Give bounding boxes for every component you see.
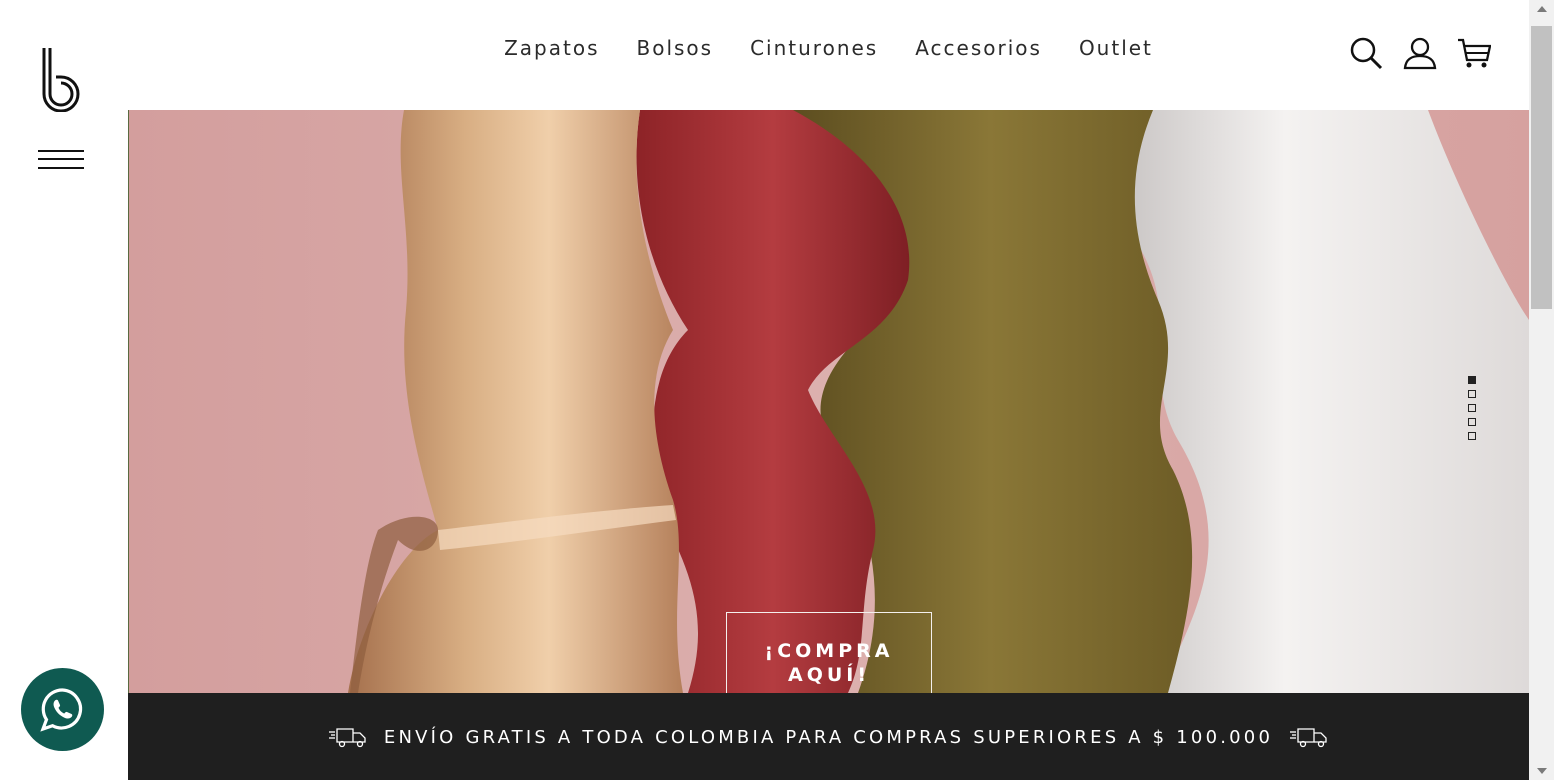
slide-dot-1[interactable] — [1468, 376, 1476, 384]
scroll-down-arrow-icon[interactable] — [1537, 768, 1547, 774]
header-actions — [1349, 36, 1491, 70]
scrollbar-thumb[interactable] — [1531, 26, 1552, 309]
slider-pagination — [1468, 376, 1476, 440]
cta-line-2: AQUÍ! — [787, 664, 871, 686]
slide-dot-4[interactable] — [1468, 418, 1476, 426]
hamburger-line — [38, 167, 84, 169]
slide-dot-2[interactable] — [1468, 390, 1476, 398]
page-scrollbar[interactable] — [1529, 0, 1554, 780]
cart-icon[interactable] — [1457, 36, 1491, 70]
shipping-message: ENVÍO GRATIS A TODA COLOMBIA PARA COMPRA… — [383, 726, 1274, 748]
nav-item-bolsos[interactable]: Bolsos — [636, 36, 713, 60]
user-icon[interactable] — [1403, 36, 1437, 70]
nav-item-accesorios[interactable]: Accesorios — [915, 36, 1042, 60]
shipping-banner: ENVÍO GRATIS A TODA COLOMBIA PARA COMPRA… — [128, 693, 1529, 780]
hero-banner[interactable]: ¡COMPRA AQUÍ! — [128, 110, 1529, 693]
main-menu: Zapatos Bolsos Cinturones Accesorios Out… — [128, 36, 1529, 60]
nav-item-outlet[interactable]: Outlet — [1079, 36, 1153, 60]
whatsapp-icon — [40, 688, 83, 732]
nav-item-zapatos[interactable]: Zapatos — [504, 36, 599, 60]
truck-icon — [328, 728, 366, 748]
brand-logo[interactable] — [40, 46, 84, 112]
hero-leather-image — [128, 110, 1529, 693]
slide-dot-5[interactable] — [1468, 432, 1476, 440]
hamburger-line — [38, 158, 84, 160]
hamburger-line — [38, 150, 84, 152]
search-icon[interactable] — [1349, 36, 1383, 70]
truck-icon — [1290, 728, 1327, 748]
top-navigation: Zapatos Bolsos Cinturones Accesorios Out… — [128, 0, 1529, 110]
shop-now-button[interactable]: ¡COMPRA AQUÍ! — [726, 612, 932, 693]
hamburger-menu-button[interactable] — [38, 150, 84, 172]
whatsapp-button[interactable] — [21, 668, 104, 751]
scroll-up-arrow-icon[interactable] — [1537, 6, 1547, 12]
nav-item-cinturones[interactable]: Cinturones — [750, 36, 878, 60]
slide-dot-3[interactable] — [1468, 404, 1476, 412]
cta-line-1: ¡COMPRA — [764, 640, 894, 662]
